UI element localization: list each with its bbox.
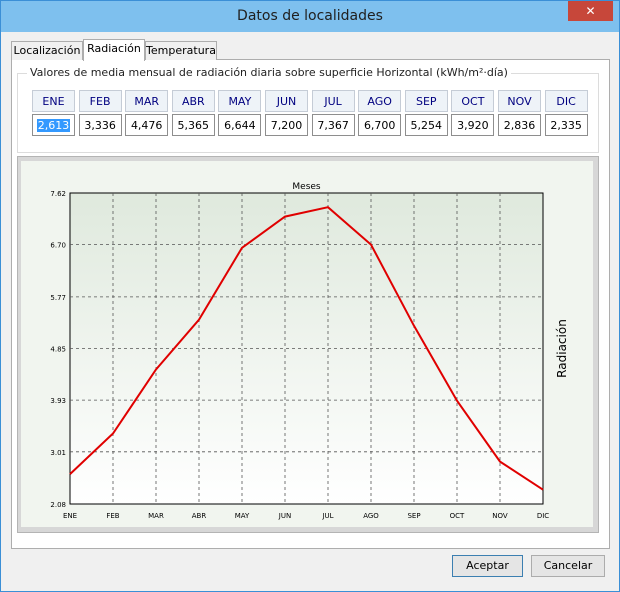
month-value-text: 6,644 (224, 119, 256, 132)
month-header: JUL (311, 90, 355, 112)
month-header: ABR (171, 90, 215, 112)
y-axis-label: Radiación (555, 319, 569, 378)
group-title: Valores de media mensual de radiación di… (27, 66, 511, 79)
month-header: AGO (358, 90, 402, 112)
month-header: DIC (544, 90, 588, 112)
month-value-field[interactable]: 7,367 (311, 114, 355, 136)
month-value-text: 2,836 (503, 119, 536, 132)
month-value-field[interactable]: 3,920 (451, 114, 495, 136)
month-value-text: 2,335 (550, 119, 582, 132)
month-value-text: 3,336 (84, 119, 116, 132)
y-tick-label: 4.85 (50, 346, 66, 354)
x-tick-label: ABR (192, 512, 207, 520)
month-value-field[interactable]: 2,613 (32, 114, 75, 136)
close-button[interactable]: ✕ (568, 1, 613, 21)
month-value-text: 6,700 (363, 119, 396, 132)
y-tick-label: 7.62 (50, 190, 66, 198)
month-value-text: 5,365 (177, 119, 210, 132)
close-icon: ✕ (585, 4, 596, 18)
month-header: FEB (78, 90, 122, 112)
x-tick-label: JUL (321, 512, 333, 520)
month-value-field[interactable]: 5,365 (171, 114, 215, 136)
y-tick-label: 3.93 (50, 397, 66, 405)
month-value-text: 7,200 (270, 119, 303, 132)
x-tick-label: DIC (537, 512, 549, 520)
chart-title: Meses (292, 182, 321, 192)
month-header: MAY (218, 90, 262, 112)
x-tick-label: JUN (278, 512, 291, 520)
x-tick-label: ENE (63, 512, 77, 520)
month-value-field[interactable]: 3,336 (78, 114, 122, 136)
monthly-values-group (17, 73, 599, 153)
month-value-text: 5,254 (410, 119, 443, 132)
tab-radiacion[interactable]: Radiación (83, 39, 145, 61)
month-value-field[interactable]: 4,476 (125, 114, 169, 136)
month-value-text: 3,920 (457, 119, 489, 132)
month-header: SEP (404, 90, 448, 112)
y-tick-label: 2.08 (50, 501, 66, 509)
x-tick-label: MAY (235, 512, 250, 520)
radiation-line-chart: 2.08 3.01 3.93 4.85 5.77 6.70 7.62 ENE FEB MAR ABR… (50, 182, 569, 520)
x-tick-label: NOV (492, 512, 508, 520)
x-tick-label: MAR (148, 512, 164, 520)
dialog-window: Datos de localidades ✕ Localización Radi… (0, 0, 620, 592)
month-header: MAR (125, 90, 169, 112)
x-tick-label: FEB (106, 512, 119, 520)
cancel-button[interactable]: Cancelar (531, 555, 605, 577)
month-header: ENE (32, 90, 75, 112)
month-value-text: 4,476 (130, 119, 163, 132)
month-header: NOV (498, 90, 541, 112)
y-tick-label: 5.77 (50, 294, 66, 302)
month-header: OCT (451, 90, 495, 112)
title-bar[interactable]: Datos de localidades ✕ (1, 1, 619, 32)
window-title: Datos de localidades (237, 8, 383, 24)
month-value-field[interactable]: 2,836 (498, 114, 541, 136)
accept-button[interactable]: Aceptar (452, 555, 523, 577)
chart-area: 2.08 3.01 3.93 4.85 5.77 6.70 7.62 ENE FEB MAR ABR… (21, 161, 593, 527)
month-value-field[interactable]: 6,700 (358, 114, 402, 136)
tab-temperatura[interactable]: Temperatura (145, 41, 217, 60)
tab-localizacion[interactable]: Localización (11, 41, 83, 60)
month-value-field[interactable]: 5,254 (404, 114, 448, 136)
month-value-field[interactable]: 2,335 (544, 114, 588, 136)
month-header: JUN (265, 90, 308, 112)
month-value-field[interactable]: 6,644 (218, 114, 262, 136)
month-value-text: 7,367 (317, 119, 349, 132)
x-tick-label: SEP (407, 512, 420, 520)
x-tick-label: AGO (363, 512, 379, 520)
month-value-field[interactable]: 7,200 (265, 114, 308, 136)
y-tick-label: 3.01 (50, 449, 66, 457)
y-tick-label: 6.70 (50, 242, 66, 250)
x-tick-label: OCT (450, 512, 465, 520)
month-value-text: 2,613 (36, 119, 71, 132)
